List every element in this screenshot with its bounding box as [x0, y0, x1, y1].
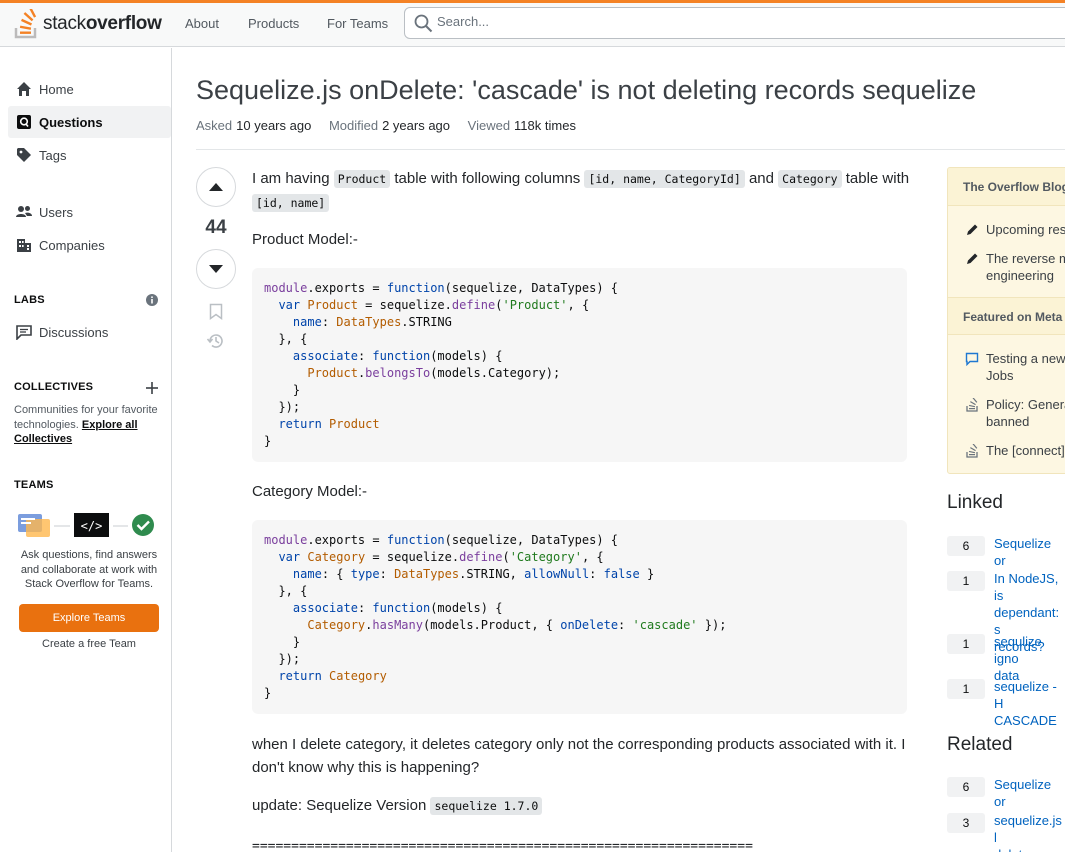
sidebar-item-users[interactable]: Users: [8, 196, 171, 228]
collectives-heading: COLLECTIVES: [14, 381, 94, 393]
question-meta: Asked 10 years ago Modified 2 years ago Vi…: [196, 118, 590, 133]
related-heading: Related: [947, 734, 1013, 755]
linked-item[interactable]: 1 sequelize - H CASCADE: [947, 678, 1065, 729]
sidebar-item-label: Discussions: [39, 324, 109, 340]
teams-description: Ask questions, find answers and collabor…: [20, 549, 158, 590]
modified-info: Modified 2 years ago: [328, 118, 451, 133]
discussion-icon: [16, 324, 32, 340]
plus-icon[interactable]: [146, 382, 158, 397]
info-icon[interactable]: [146, 294, 158, 309]
sidebar-item-questions[interactable]: Questions: [8, 106, 171, 138]
logo-wordmark: stackoverflow: [43, 13, 162, 34]
category-model-label: Category Model:-: [252, 483, 368, 500]
sidebar-item-label: Questions: [39, 114, 103, 130]
inline-code: Category: [778, 170, 842, 188]
meta-item[interactable]: Testing a new Jobs: [948, 350, 1065, 384]
sidebar-item-label: Tags: [39, 147, 67, 163]
related-item[interactable]: 6 Sequelize or: [947, 776, 1065, 810]
stackoverflow-icon: [964, 442, 980, 459]
linked-heading: Linked: [947, 492, 1003, 513]
meta-item[interactable]: The [connect]: [948, 442, 1065, 459]
sidebar-item-label: Users: [39, 204, 73, 220]
asked-info: Asked 10 years ago: [196, 118, 312, 133]
downvote-button[interactable]: [196, 249, 236, 289]
link-title[interactable]: sequelize - H CASCADE: [994, 678, 1065, 729]
labs-heading: LABS: [14, 294, 45, 306]
inline-code: Product: [333, 170, 391, 188]
create-team-link[interactable]: Create a free Team: [14, 638, 164, 650]
vote-count: 44: [205, 217, 227, 238]
arrow-up-icon: [209, 183, 223, 191]
question-paragraph-2: when I delete category, it deletes categ…: [252, 736, 906, 776]
link-score: 3: [947, 813, 985, 833]
inline-code: sequelize 1.7.0: [430, 797, 543, 815]
sidebar-item-companies[interactable]: Companies: [8, 229, 171, 261]
linked-item[interactable]: 1 sequlize igno data: [947, 633, 1065, 684]
chat-bubble-icon: [964, 350, 980, 384]
link-score: 1: [947, 571, 985, 591]
users-icon: [16, 204, 32, 220]
collectives-description: Communities for your favorite technologi…: [14, 404, 158, 445]
link-title[interactable]: Sequelize or: [994, 535, 1065, 569]
sidebar-item-tags[interactable]: Tags: [8, 139, 171, 171]
link-title[interactable]: Sequelize or: [994, 776, 1065, 810]
svg-text:</>: </>: [81, 519, 103, 533]
arrow-down-icon: [209, 265, 223, 273]
link-score: 6: [947, 777, 985, 797]
search-input[interactable]: [437, 14, 837, 29]
search-box[interactable]: [404, 7, 1065, 39]
stackoverflow-icon: [964, 396, 980, 430]
meta-heading: Featured on Meta: [948, 297, 1065, 335]
question-paragraph-3: update: Sequelize Version sequelize 1.7.…: [252, 794, 912, 818]
related-item[interactable]: 3 sequelize.js l delete casca: [947, 812, 1065, 852]
nav-for-teams[interactable]: For Teams: [327, 14, 388, 33]
product-model-label: Product Model:-: [252, 231, 358, 248]
link-title[interactable]: sequlize igno data: [994, 633, 1065, 684]
product-model-code[interactable]: module.exports = function(sequelize, Dat…: [252, 268, 907, 462]
meta-item[interactable]: Policy: Genera banned: [948, 396, 1065, 430]
overflow-blog-widget: The Overflow Blog Upcoming res The rever…: [947, 167, 1065, 474]
sidebar-item-home[interactable]: Home: [8, 73, 171, 105]
stackoverflow-logo-icon: [14, 9, 37, 39]
upvote-button[interactable]: [196, 167, 236, 207]
stackoverflow-logo[interactable]: stackoverflow: [14, 6, 162, 42]
inline-code: [id, name, CategoryId]: [584, 170, 745, 188]
sidebar-item-label: Home: [39, 81, 74, 97]
separator-line: ========================================…: [252, 839, 753, 852]
inline-code: [id, name]: [252, 194, 330, 212]
top-bar: stackoverflow About Products For Teams: [0, 0, 1065, 47]
tag-icon: [16, 147, 32, 163]
pencil-icon: [964, 250, 980, 284]
link-score: 1: [947, 679, 985, 699]
blog-heading: The Overflow Blog: [948, 168, 1065, 206]
link-score: 1: [947, 634, 985, 654]
explore-teams-button[interactable]: Explore Teams: [19, 604, 159, 632]
question-title[interactable]: Sequelize.js onDelete: 'cascade' is not …: [196, 75, 976, 106]
questions-icon: [16, 114, 32, 130]
pencil-icon: [964, 221, 980, 238]
category-model-code[interactable]: module.exports = function(sequelize, Dat…: [252, 520, 907, 714]
sidebar-item-label: Companies: [39, 237, 105, 253]
blog-item[interactable]: Upcoming res: [948, 221, 1065, 238]
link-score: 6: [947, 536, 985, 556]
history-icon: [207, 334, 223, 348]
nav-about[interactable]: About: [185, 14, 219, 33]
building-icon: [16, 237, 32, 253]
viewed-info: Viewed 118k times: [467, 118, 576, 133]
sidebar-item-discussions[interactable]: Discussions: [8, 316, 171, 348]
header-divider: [196, 149, 1065, 150]
nav-products[interactable]: Products: [248, 14, 299, 33]
teams-illustration: </>: [18, 512, 158, 540]
question-paragraph-1: I am having Product table with following…: [252, 170, 910, 212]
history-button[interactable]: [206, 331, 226, 351]
link-title[interactable]: sequelize.js l delete casca: [994, 812, 1065, 852]
left-sidebar: Home Questions Tags Users Companies LABS…: [0, 48, 172, 852]
search-icon: [414, 14, 433, 33]
teams-heading: TEAMS: [14, 479, 54, 491]
blog-item[interactable]: The reverse m engineering: [948, 250, 1065, 284]
linked-item[interactable]: 6 Sequelize or: [947, 535, 1065, 569]
bookmark-button[interactable]: [206, 301, 226, 321]
bookmark-icon: [209, 303, 223, 320]
home-icon: [16, 81, 32, 97]
